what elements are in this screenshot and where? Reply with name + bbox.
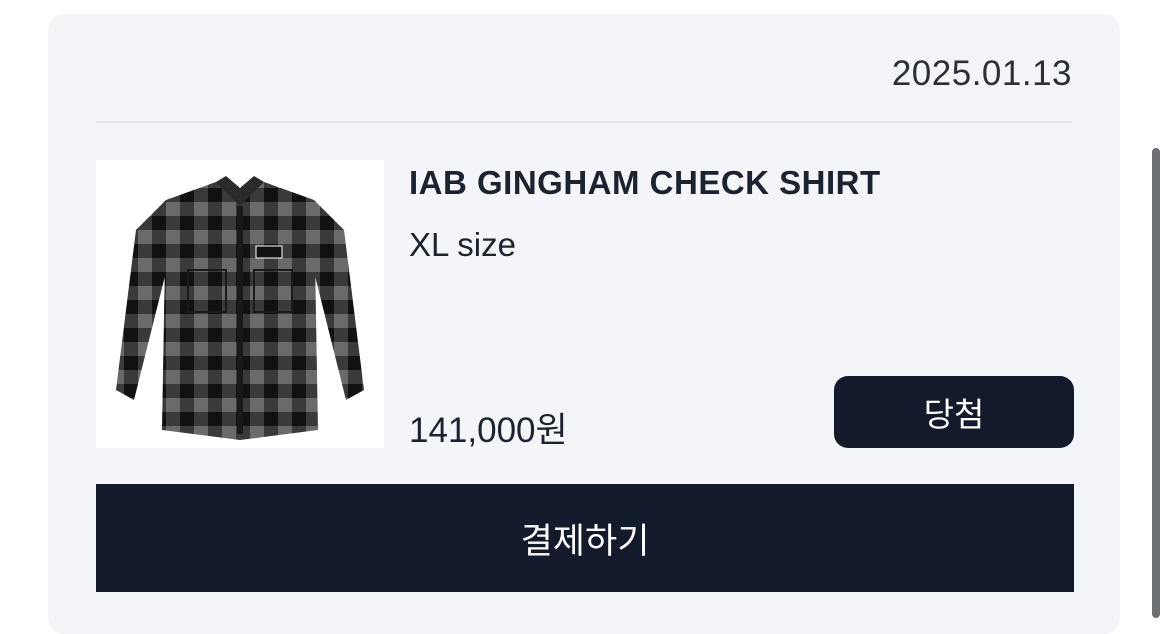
product-image[interactable] xyxy=(96,160,384,448)
product-name[interactable]: IAB GINGHAM CHECK SHIRT xyxy=(409,164,881,202)
pay-button[interactable]: 결제하기 xyxy=(96,484,1074,592)
divider xyxy=(96,121,1072,123)
gingham-shirt-illustration xyxy=(116,176,364,440)
product-price: 141,000원 xyxy=(409,411,568,450)
scrollbar[interactable] xyxy=(1152,148,1160,618)
status-badge: 당첨 xyxy=(834,376,1074,448)
product-option: XL size xyxy=(409,226,516,263)
order-card: 2025.01.13 IAB GINGHAM CHECK SHIRT XL si… xyxy=(48,14,1120,634)
order-date: 2025.01.13 xyxy=(891,54,1072,93)
